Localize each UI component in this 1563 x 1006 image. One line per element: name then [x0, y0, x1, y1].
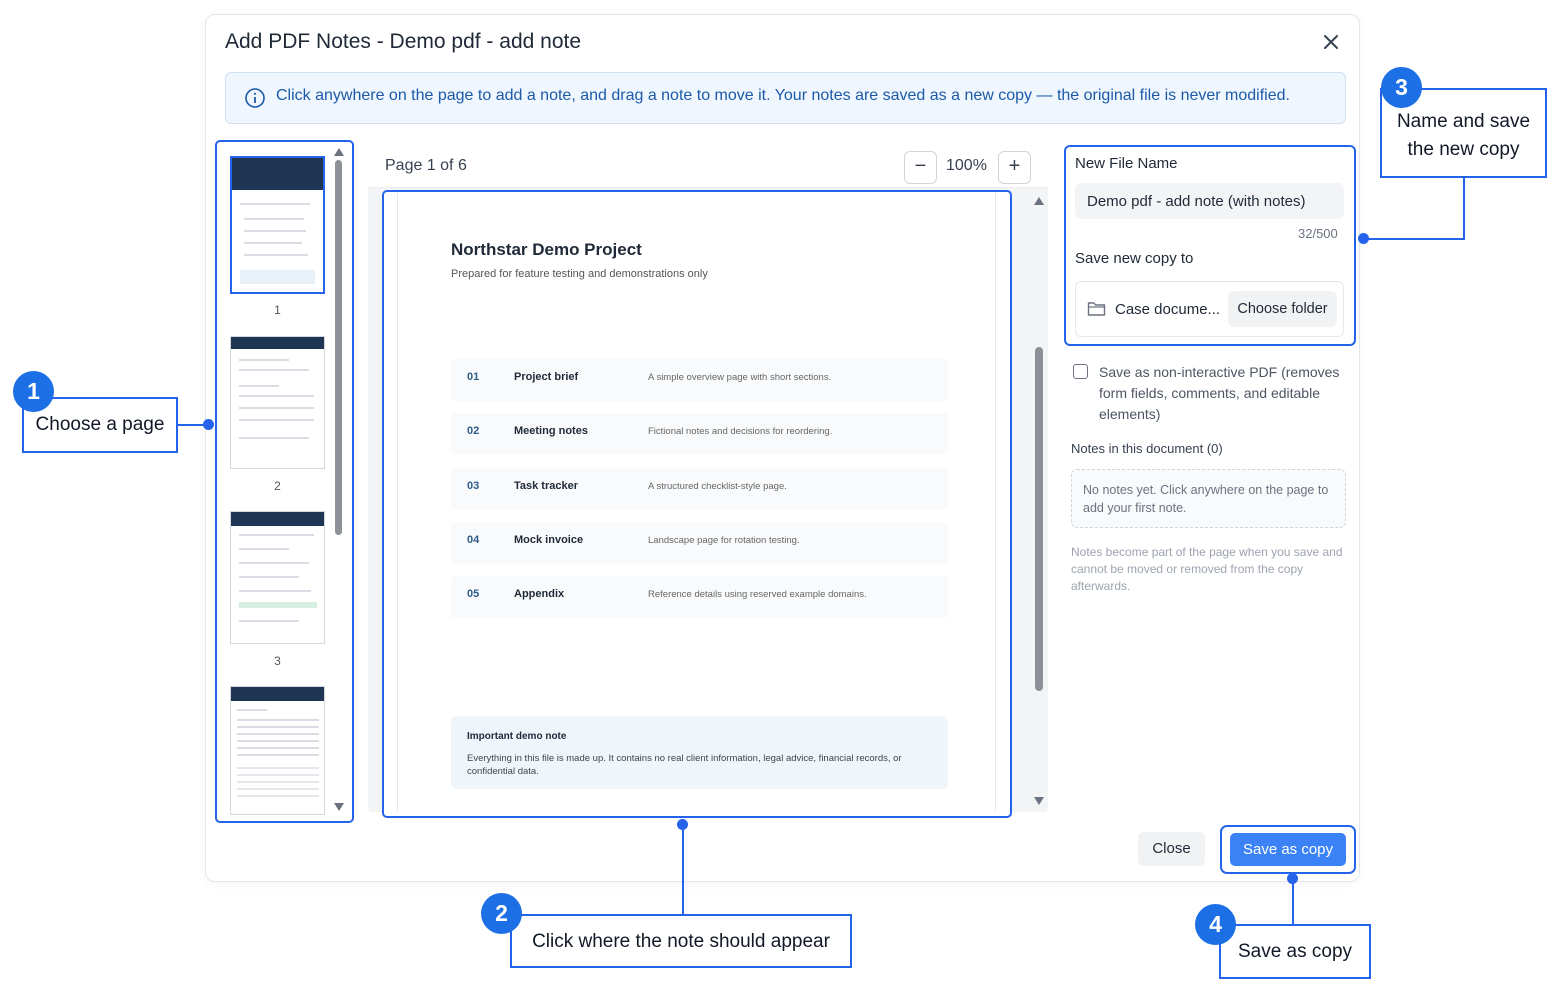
thumbnail-page-2[interactable] — [230, 336, 325, 469]
row-title: Task tracker — [514, 480, 579, 492]
scroll-down-icon[interactable] — [1034, 797, 1044, 805]
row-number: 02 — [467, 425, 480, 437]
new-file-name-input[interactable] — [1075, 183, 1344, 219]
thumbnail-scrollbar[interactable] — [335, 160, 342, 535]
non-interactive-checkbox[interactable] — [1073, 364, 1088, 379]
callout-text: Name and save the new copy — [1396, 111, 1531, 160]
thumbnail-page-4[interactable] — [230, 686, 325, 815]
scroll-up-icon[interactable] — [1034, 197, 1044, 205]
document-row: 03 Task tracker A structured checklist-s… — [451, 468, 948, 510]
non-interactive-label: Save as non-interactive PDF (removes for… — [1099, 364, 1340, 422]
zoom-out-button[interactable]: − — [904, 151, 937, 184]
connector-dot — [1287, 873, 1298, 884]
viewer-scrollbar[interactable] — [1035, 347, 1043, 691]
info-text: Click anywhere on the page to add a note… — [276, 87, 1290, 104]
thumbnail-page-3[interactable] — [230, 511, 325, 644]
selected-folder-name: Case docume... — [1115, 301, 1221, 318]
notes-count-label: Notes in this document (0) — [1071, 441, 1223, 456]
notes-info-text: Notes become part of the page when you s… — [1071, 545, 1343, 593]
folder-icon — [1087, 300, 1106, 317]
connector-line — [1364, 238, 1465, 240]
row-title: Mock invoice — [514, 534, 584, 546]
close-button[interactable]: Close — [1138, 832, 1205, 866]
callout-text: Click where the note should appear — [532, 931, 830, 952]
document-row: 05 Appendix Reference details using rese… — [451, 576, 948, 618]
row-number: 01 — [467, 371, 480, 383]
row-description: Fictional notes and decisions for reorde… — [648, 426, 833, 437]
callout-save-copy: Save as copy — [1219, 924, 1371, 979]
document-row: 01 Project brief A simple overview page … — [451, 359, 948, 401]
zoom-level: 100% — [946, 157, 987, 174]
row-description: A structured checklist-style page. — [648, 481, 787, 492]
character-count: 32/500 — [1298, 226, 1338, 241]
new-file-name-label: New File Name — [1075, 155, 1178, 172]
close-icon[interactable] — [1318, 29, 1344, 55]
callout-badge-2: 2 — [481, 893, 522, 934]
row-number: 05 — [467, 588, 480, 600]
row-number: 03 — [467, 480, 480, 492]
document-row: 02 Meeting notes Fictional notes and dec… — [451, 413, 948, 455]
page-edge — [397, 193, 398, 811]
callout-click-note: Click where the note should appear — [510, 914, 852, 968]
callout-text: Save as copy — [1237, 941, 1353, 962]
row-description: A simple overview page with short sectio… — [648, 372, 832, 383]
connector-line — [1292, 878, 1294, 925]
zoom-in-button[interactable]: + — [998, 151, 1031, 184]
thumbnail-page-1[interactable] — [230, 156, 325, 294]
dialog-title: Add PDF Notes - Demo pdf - add note — [225, 30, 582, 53]
row-number: 04 — [467, 534, 480, 546]
callout-badge-1: 1 — [13, 371, 54, 412]
connector-dot — [677, 819, 688, 830]
row-title: Project brief — [514, 371, 579, 383]
document-subtitle: Prepared for feature testing and demonst… — [451, 268, 708, 280]
connector-dot — [1358, 233, 1369, 244]
row-description: Reference details using reserved example… — [648, 589, 867, 600]
callout-badge-3: 3 — [1381, 67, 1422, 108]
thumbnail-number: 1 — [274, 303, 281, 317]
scroll-down-icon[interactable] — [334, 803, 344, 811]
callout-text: Choose a page — [35, 414, 165, 435]
document-title: Northstar Demo Project — [451, 240, 642, 259]
page-indicator: Page 1 of 6 — [385, 157, 467, 174]
demo-note-body: Everything in this file is made up. It c… — [467, 753, 902, 777]
thumbnail-number: 3 — [274, 654, 281, 668]
callout-badge-4: 4 — [1195, 904, 1236, 945]
thumbnail-number: 2 — [274, 479, 281, 493]
demo-note-title: Important demo note — [467, 731, 567, 742]
row-description: Landscape page for rotation testing. — [648, 535, 800, 546]
scroll-up-icon[interactable] — [334, 148, 344, 156]
document-row: 04 Mock invoice Landscape page for rotat… — [451, 522, 948, 564]
page-edge — [995, 193, 996, 811]
row-title: Appendix — [514, 588, 565, 600]
connector-line — [1463, 178, 1465, 239]
connector-dot — [203, 419, 214, 430]
save-location-label: Save new copy to — [1075, 250, 1194, 267]
notes-empty-text: No notes yet. Click anywhere on the page… — [1083, 483, 1329, 515]
choose-folder-button[interactable]: Choose folder — [1228, 291, 1337, 327]
row-title: Meeting notes — [514, 425, 588, 437]
connector-line — [682, 825, 684, 915]
info-icon — [244, 87, 266, 109]
save-as-copy-button[interactable]: Save as copy — [1230, 833, 1346, 866]
